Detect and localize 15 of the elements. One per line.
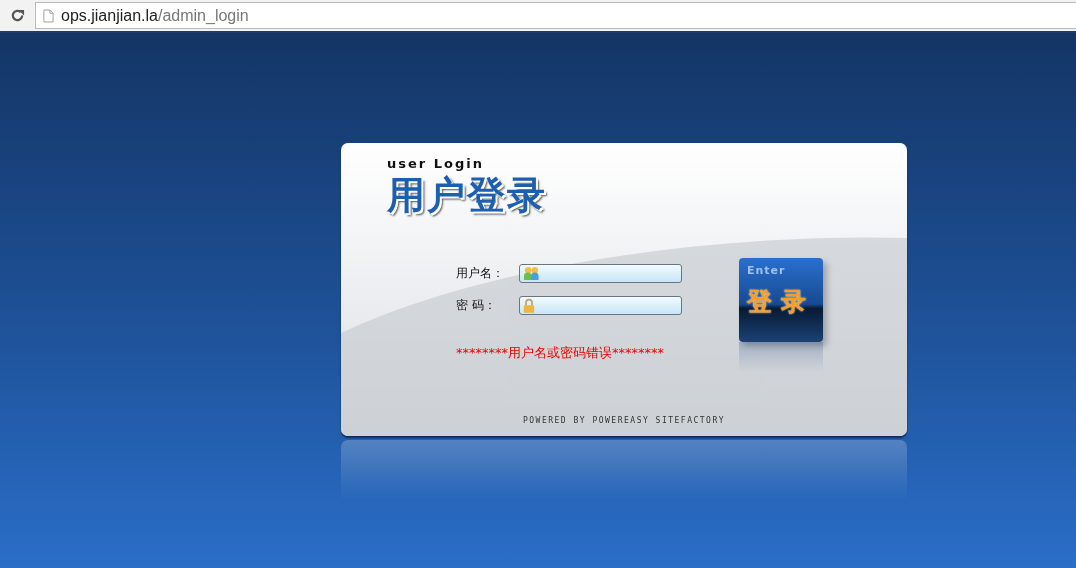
login-button[interactable]: Enter 登 录 (739, 258, 823, 342)
field-label: 密 码： (456, 297, 497, 314)
page-icon (43, 8, 54, 23)
error-message: ********用户名或密码错误******** (456, 344, 665, 362)
users-icon (523, 266, 540, 281)
address-bar[interactable]: ops.jianjian.la/admin_login (35, 2, 1076, 29)
reload-icon[interactable] (10, 8, 25, 23)
powered-by-text: POWERED BY POWEREASY SITEFACTORY (521, 416, 727, 425)
username-field[interactable] (519, 264, 682, 283)
password-field[interactable] (519, 296, 682, 315)
padlock-icon (523, 297, 535, 314)
login-title: 用户登录 (387, 172, 548, 219)
url-text: ops.jianjian.la/admin_login (61, 6, 249, 25)
field-label: 用户名： (456, 265, 505, 282)
subtitle: user Login (387, 156, 485, 171)
